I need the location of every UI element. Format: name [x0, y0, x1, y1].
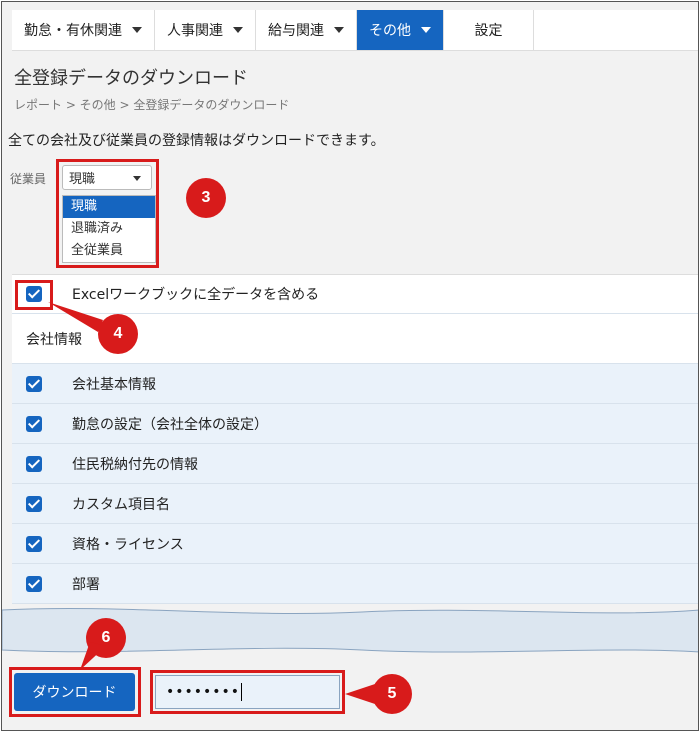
page-description: 全ての会社及び従業員の登録情報はダウンロードできます。: [8, 133, 385, 149]
checkbox-custom-fields[interactable]: [26, 495, 42, 512]
nav-hr-label: 人事関連: [167, 23, 223, 39]
caret-down-icon: [132, 27, 142, 33]
nav-payroll[interactable]: 給与関連: [256, 10, 357, 50]
app-frame: 勤怠・有休関連 人事関連 給与関連 その他 設定 全登録データのダウンロード レ…: [1, 1, 699, 731]
nav-settings[interactable]: 設定: [444, 10, 534, 50]
checkbox-company-basic[interactable]: [26, 375, 42, 392]
company-item-label: カスタム項目名: [72, 496, 170, 513]
callout-3: 3: [186, 178, 226, 218]
caret-down-icon: [233, 27, 243, 33]
nav-hr[interactable]: 人事関連: [155, 10, 256, 50]
company-item-label: 部署: [72, 576, 100, 593]
checkbox-resident-tax[interactable]: [26, 455, 42, 472]
excel-option-row[interactable]: Excelワークブックに全データを含める: [12, 274, 698, 314]
callout-pointer: [48, 302, 103, 332]
company-item-row[interactable]: 資格・ライセンス: [12, 524, 698, 564]
breadcrumb: レポート > その他 > 全登録データのダウンロード: [14, 98, 290, 112]
caret-down-icon: [421, 27, 431, 33]
company-item-row[interactable]: 住民税納付先の情報: [12, 444, 698, 484]
nav-attendance[interactable]: 勤怠・有休関連: [12, 10, 155, 50]
checkbox-departments[interactable]: [26, 575, 42, 592]
nav-payroll-label: 給与関連: [268, 23, 324, 39]
password-input[interactable]: ••••••••: [155, 675, 340, 709]
checkbox-attendance-settings[interactable]: [26, 415, 42, 432]
checkbox-licenses[interactable]: [26, 535, 42, 552]
company-item-label: 会社基本情報: [72, 376, 156, 393]
company-item-row[interactable]: 部署: [12, 564, 698, 604]
nav-other[interactable]: その他: [357, 10, 444, 50]
text-cursor: [241, 683, 243, 701]
company-item-row[interactable]: 会社基本情報: [12, 364, 698, 404]
password-value: ••••••••: [166, 684, 241, 700]
nav-other-label: その他: [369, 23, 411, 39]
company-item-row[interactable]: カスタム項目名: [12, 484, 698, 524]
excel-option-label: Excelワークブックに全データを含める: [72, 287, 320, 303]
highlight-box-filter: [56, 159, 159, 268]
nav-attendance-label: 勤怠・有休関連: [24, 23, 122, 39]
company-item-label: 勤怠の設定（会社全体の設定）: [72, 416, 268, 433]
callout-5: 5: [372, 674, 412, 714]
page-title: 全登録データのダウンロード: [14, 68, 248, 89]
company-item-row[interactable]: 勤怠の設定（会社全体の設定）: [12, 404, 698, 444]
top-nav: 勤怠・有休関連 人事関連 給与関連 その他 設定: [12, 10, 698, 51]
callout-pointer: [345, 684, 375, 704]
employee-filter-label: 従業員: [10, 172, 47, 186]
company-item-label: 住民税納付先の情報: [72, 456, 198, 473]
download-button[interactable]: ダウンロード: [14, 673, 135, 711]
nav-settings-label: 設定: [474, 23, 503, 39]
caret-down-icon: [334, 27, 344, 33]
callout-pointer: [80, 642, 106, 670]
company-item-label: 資格・ライセンス: [72, 536, 184, 553]
